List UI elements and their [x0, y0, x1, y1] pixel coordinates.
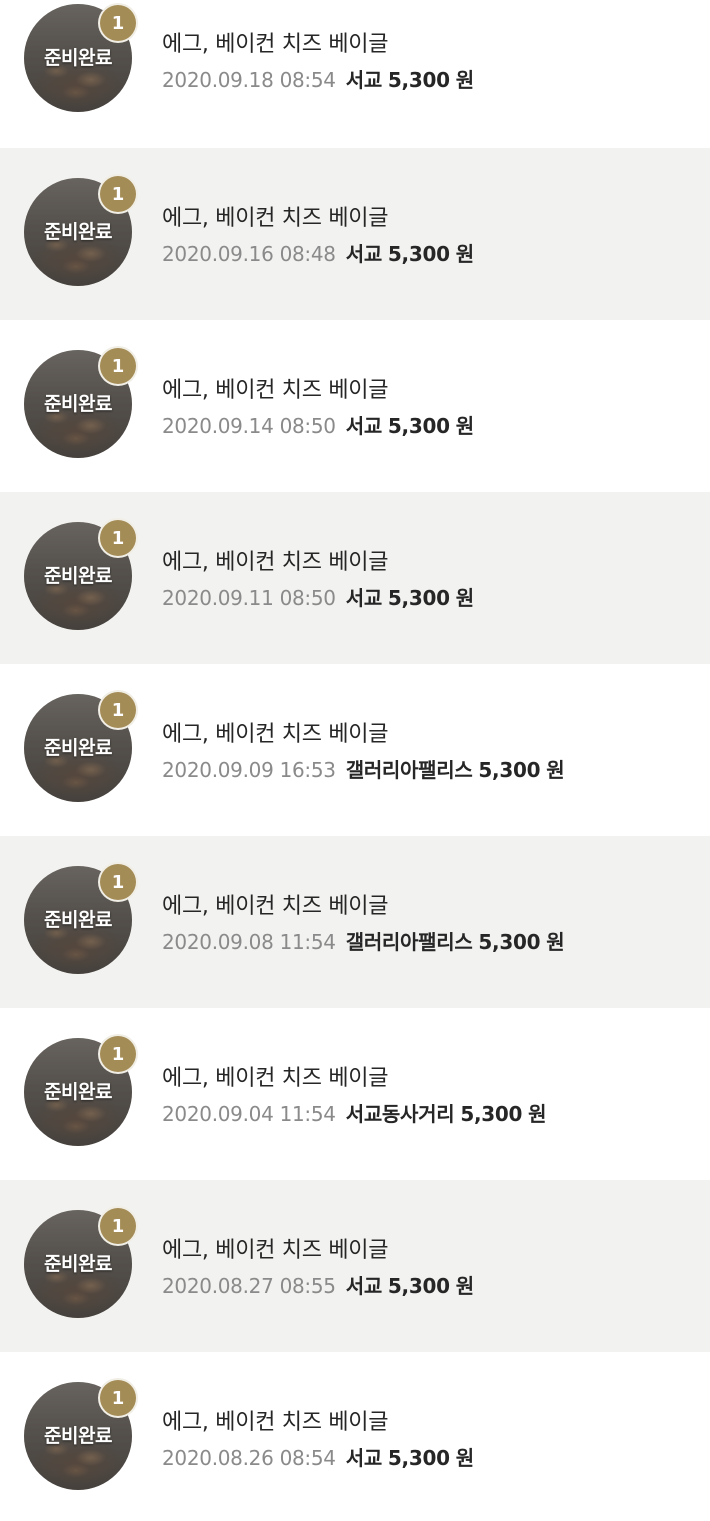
- order-datetime: 2020.09.18 08:54: [162, 68, 336, 92]
- order-status-label: 준비완료: [44, 1425, 112, 1447]
- order-meta: 2020.09.14 08:50 서교 5,300 원: [162, 410, 474, 439]
- currency-unit: 원: [528, 1102, 547, 1126]
- currency-unit: 원: [455, 242, 474, 266]
- store-name: 서교: [345, 586, 383, 610]
- order-datetime: 2020.09.04 11:54: [162, 1102, 336, 1126]
- order-row[interactable]: 준비완료 1 에그, 베이컨 치즈 베이글 2020.09.14 08:50 서교…: [0, 320, 710, 492]
- order-row[interactable]: 준비완료 1 에그, 베이컨 치즈 베이글 2020.09.11 08:50 서교…: [0, 492, 710, 664]
- quantity-badge: 1: [98, 3, 138, 43]
- currency-unit: 원: [455, 1446, 474, 1470]
- order-status-label: 준비완료: [44, 393, 112, 415]
- item-name: 에그, 베이컨 치즈 베이글: [162, 1066, 389, 1091]
- quantity-badge: 1: [98, 690, 138, 730]
- order-status-label: 준비완료: [44, 1081, 112, 1103]
- order-meta: 2020.08.27 08:55 서교 5,300 원: [162, 1270, 474, 1299]
- order-datetime: 2020.08.27 08:55: [162, 1274, 336, 1298]
- store-name: 서교동사거리: [345, 1102, 455, 1126]
- store-name: 서교: [345, 242, 383, 266]
- order-price: 5,300: [387, 1274, 450, 1298]
- store-name: 서교: [345, 1274, 383, 1298]
- order-row[interactable]: 준비완료 1 에그, 베이컨 치즈 베이글 2020.09.04 11:54 서교…: [0, 1008, 710, 1180]
- order-price: 5,300: [387, 586, 450, 610]
- order-history-list: 준비완료 1 에그, 베이컨 치즈 베이글 2020.09.18 08:54 서교…: [0, 0, 710, 1521]
- item-name: 에그, 베이컨 치즈 베이글: [162, 206, 389, 231]
- item-name: 에그, 베이컨 치즈 베이글: [162, 550, 389, 575]
- order-status-label: 준비완료: [44, 737, 112, 759]
- item-name: 에그, 베이컨 치즈 베이글: [162, 894, 389, 919]
- currency-unit: 원: [546, 930, 565, 954]
- currency-unit: 원: [455, 1274, 474, 1298]
- order-status-label: 준비완료: [44, 1253, 112, 1275]
- order-price: 5,300: [387, 68, 450, 92]
- quantity-badge: 1: [98, 518, 138, 558]
- order-meta: 2020.09.04 11:54 서교동사거리 5,300 원: [162, 1098, 547, 1127]
- order-row[interactable]: 준비완료 1 에그, 베이컨 치즈 베이글 2020.08.27 08:55 서교…: [0, 1180, 710, 1352]
- order-price: 5,300: [478, 930, 541, 954]
- quantity-badge: 1: [98, 1378, 138, 1418]
- order-datetime: 2020.09.16 08:48: [162, 242, 336, 266]
- quantity-badge: 1: [98, 862, 138, 902]
- store-name: 서교: [345, 414, 383, 438]
- order-row[interactable]: 준비완료 1 에그, 베이컨 치즈 베이글 2020.08.26 08:54 서교…: [0, 1352, 710, 1521]
- item-name: 에그, 베이컨 치즈 베이글: [162, 378, 389, 403]
- order-datetime: 2020.09.11 08:50: [162, 586, 336, 610]
- order-row[interactable]: 준비완료 1 에그, 베이컨 치즈 베이글 2020.09.18 08:54 서교…: [0, 0, 710, 172]
- order-row[interactable]: 준비완료 1 에그, 베이컨 치즈 베이글 2020.09.09 16:53 갤러…: [0, 664, 710, 836]
- store-name: 서교: [345, 68, 383, 92]
- order-datetime: 2020.09.09 16:53: [162, 758, 336, 782]
- order-price: 5,300: [460, 1102, 523, 1126]
- item-name: 에그, 베이컨 치즈 베이글: [162, 1238, 389, 1263]
- store-name: 갤러리아팰리스: [345, 758, 473, 782]
- currency-unit: 원: [455, 414, 474, 438]
- order-meta: 2020.09.08 11:54 갤러리아팰리스 5,300 원: [162, 926, 565, 955]
- order-status-label: 준비완료: [44, 909, 112, 931]
- order-row[interactable]: 준비완료 1 에그, 베이컨 치즈 베이글 2020.09.08 11:54 갤러…: [0, 836, 710, 1008]
- order-status-label: 준비완료: [44, 47, 112, 69]
- order-row[interactable]: 준비완료 1 에그, 베이컨 치즈 베이글 2020.09.16 08:48 서교…: [0, 148, 710, 320]
- order-meta: 2020.09.18 08:54 서교 5,300 원: [162, 64, 474, 93]
- store-name: 서교: [345, 1446, 383, 1470]
- quantity-badge: 1: [98, 1206, 138, 1246]
- order-price: 5,300: [387, 414, 450, 438]
- order-meta: 2020.09.11 08:50 서교 5,300 원: [162, 582, 474, 611]
- order-price: 5,300: [387, 242, 450, 266]
- quantity-badge: 1: [98, 346, 138, 386]
- currency-unit: 원: [455, 586, 474, 610]
- order-datetime: 2020.09.08 11:54: [162, 930, 336, 954]
- order-price: 5,300: [478, 758, 541, 782]
- currency-unit: 원: [546, 758, 565, 782]
- order-status-label: 준비완료: [44, 565, 112, 587]
- order-meta: 2020.09.16 08:48 서교 5,300 원: [162, 238, 474, 267]
- item-name: 에그, 베이컨 치즈 베이글: [162, 1410, 389, 1435]
- order-datetime: 2020.09.14 08:50: [162, 414, 336, 438]
- quantity-badge: 1: [98, 1034, 138, 1074]
- item-name: 에그, 베이컨 치즈 베이글: [162, 32, 389, 57]
- order-status-label: 준비완료: [44, 221, 112, 243]
- currency-unit: 원: [455, 68, 474, 92]
- quantity-badge: 1: [98, 174, 138, 214]
- item-name: 에그, 베이컨 치즈 베이글: [162, 722, 389, 747]
- order-meta: 2020.09.09 16:53 갤러리아팰리스 5,300 원: [162, 754, 565, 783]
- order-datetime: 2020.08.26 08:54: [162, 1446, 336, 1470]
- order-price: 5,300: [387, 1446, 450, 1470]
- order-meta: 2020.08.26 08:54 서교 5,300 원: [162, 1442, 474, 1471]
- store-name: 갤러리아팰리스: [345, 930, 473, 954]
